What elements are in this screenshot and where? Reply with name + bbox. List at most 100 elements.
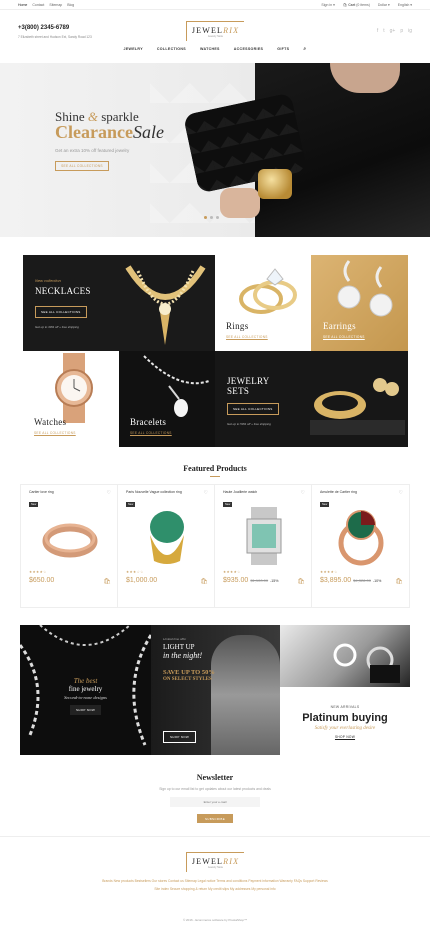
product-name[interactable]: Amulette de Cartier ring	[320, 490, 388, 494]
shopping-bag-icon[interactable]: 🛍	[297, 578, 305, 585]
necklaces-title: NECKLACES	[35, 286, 91, 296]
b3-kicker: NEW ARRIVALS	[330, 705, 360, 709]
b2-sale2: ON SELECT STYLES	[163, 677, 212, 682]
heart-icon[interactable]: ♡	[204, 490, 208, 496]
nav-collections[interactable]: COLLECTIONS	[157, 47, 186, 52]
necklaces-button[interactable]: SEE ALL COLLECTIONS	[35, 306, 87, 318]
hero-dot-3[interactable]	[216, 216, 219, 219]
product-old-price: $1,100.00	[250, 578, 269, 583]
footer-logo-suffix: RIX	[223, 856, 240, 866]
new-badge: New	[223, 502, 233, 507]
category-earrings[interactable]: Earrings SEE ALL COLLECTIONS	[311, 255, 408, 351]
b1-line3: Second-to-none designs	[64, 695, 107, 700]
instagram-icon[interactable]: ig	[408, 28, 412, 34]
b2-shop-button[interactable]: SHOP NOW	[163, 731, 197, 743]
b1-line1: The best	[73, 677, 98, 685]
featured-title: Featured Products	[183, 464, 247, 473]
cart-count: (0 items)	[356, 3, 370, 7]
product-name[interactable]: Cartier love ring	[29, 490, 97, 494]
top-bar: Home Contact Sitemap Blog Sign in ▾ 🛍 Ca…	[0, 0, 430, 10]
category-watches[interactable]: Watches SEE ALL COLLECTIONS	[23, 351, 119, 447]
new-badge: New	[29, 502, 39, 507]
hero-cta-button[interactable]: SEE ALL COLLECTIONS	[55, 161, 109, 171]
sets-button[interactable]: SEE ALL COLLECTIONS	[227, 403, 279, 415]
hero-hand-image	[220, 188, 260, 218]
hero-bracelet-image	[258, 169, 292, 199]
earrings-link[interactable]: SEE ALL COLLECTIONS	[323, 335, 365, 339]
currency-select[interactable]: Dollar ▾	[378, 3, 390, 7]
footer-links-row-1[interactable]: Brands New products Bestsellers Our stor…	[60, 879, 370, 884]
top-link-blog[interactable]: Blog	[67, 3, 74, 7]
product-price: $3,895.00	[320, 577, 352, 584]
footer-links-row-2[interactable]: Site index Secure shopping & return My c…	[60, 887, 370, 892]
product-image[interactable]	[233, 505, 295, 567]
hero-line2: ClearanceSale	[55, 122, 164, 142]
cart-link[interactable]: 🛍 Cart (0 items)	[343, 3, 370, 7]
bracelets-link[interactable]: SEE ALL COLLECTIONS	[130, 431, 172, 435]
subscribe-button[interactable]: SUBSCRIBE	[197, 814, 233, 823]
product-image[interactable]	[39, 505, 101, 567]
twitter-icon[interactable]: t	[383, 28, 384, 34]
heart-icon[interactable]: ♡	[301, 490, 305, 496]
product-rating: ★★★☆☆	[126, 570, 144, 574]
top-link-contact[interactable]: Contact	[32, 3, 44, 7]
search-icon[interactable]: ⌕	[303, 46, 306, 52]
newsletter-email-input[interactable]	[170, 797, 260, 807]
product-image[interactable]	[330, 505, 392, 567]
header-phone: +3(800) 2345-6789	[18, 25, 70, 31]
banner-light-up[interactable]: Limited time offer LIGHT UP in the night…	[151, 625, 280, 755]
product-name[interactable]: Haute Joaillerie watch	[223, 490, 291, 494]
product-card[interactable]: Amulette de Cartier ring ♡ New ★★★★☆ $3,…	[312, 485, 409, 607]
jewelry-set-image	[310, 378, 405, 435]
nav-accessories[interactable]: ACCESSORIES	[234, 47, 263, 52]
banner-fine-jewelry[interactable]: The best fine jewelry Second-to-none des…	[20, 625, 151, 755]
nav-watches[interactable]: WATCHES	[200, 47, 220, 52]
pinterest-icon[interactable]: p	[400, 28, 403, 34]
b2-line1: LIGHT UP	[163, 643, 195, 651]
hero-dot-1[interactable]	[204, 216, 207, 219]
heart-icon[interactable]: ♡	[399, 490, 403, 496]
category-rings[interactable]: Rings SEE ALL COLLECTIONS	[215, 255, 311, 351]
category-necklaces[interactable]: New collection NECKLACES SEE ALL COLLECT…	[23, 255, 215, 351]
bracelet-image	[143, 355, 210, 417]
sign-in-link[interactable]: Sign in ▾	[321, 3, 334, 7]
b1-shop-button[interactable]: SHOP NOW	[70, 705, 102, 715]
nav-gifts[interactable]: GIFTS	[277, 47, 289, 52]
top-links: Home Contact Sitemap Blog	[18, 3, 74, 7]
product-image[interactable]	[136, 505, 198, 567]
product-card[interactable]: Cartier love ring ♡ New ★★★★☆ $650.00 🛍	[21, 485, 118, 607]
watches-title: Watches	[34, 417, 67, 427]
main-nav: JEWELRY COLLECTIONS WATCHES ACCESSORIES …	[0, 46, 430, 52]
hero-dot-2[interactable]	[210, 216, 213, 219]
language-select[interactable]: English ▾	[398, 3, 412, 7]
product-rating: ★★★★☆	[223, 570, 241, 574]
sets-title-1: JEWELRY	[227, 376, 270, 386]
facebook-icon[interactable]: f	[377, 28, 378, 34]
rings-image	[239, 268, 297, 314]
product-card[interactable]: Haute Joaillerie watch ♡ New ★★★★☆ $935.…	[215, 485, 312, 607]
b2-model-image	[211, 635, 280, 755]
rings-link[interactable]: SEE ALL COLLECTIONS	[226, 335, 268, 339]
category-bracelets[interactable]: Bracelets SEE ALL COLLECTIONS	[119, 351, 215, 447]
top-link-sitemap[interactable]: Sitemap	[49, 3, 62, 7]
product-price-row: $935.00 $1,100.00 -15%	[223, 577, 279, 584]
category-jewelry-sets[interactable]: JEWELRY SETS SEE ALL COLLECTIONS Get up …	[215, 351, 408, 447]
newsletter-subtitle: Sign up to our email list to get updates…	[159, 787, 271, 791]
google-plus-icon[interactable]: g+	[390, 28, 396, 34]
product-name[interactable]: Paris Nouvelle Vague collection ring	[126, 490, 194, 494]
logo-prefix: JEWEL	[191, 25, 224, 35]
product-price: $935.00	[223, 577, 249, 584]
heart-icon[interactable]: ♡	[107, 490, 111, 496]
shopping-bag-icon[interactable]: 🛍	[200, 578, 208, 585]
shopping-bag-icon[interactable]: 🛍	[395, 578, 403, 585]
banner-platinum[interactable]: NEW ARRIVALS Platinum buying Satisfy you…	[280, 625, 410, 755]
footer-logo[interactable]: JEWELRIX Jewelry Store	[186, 852, 244, 872]
site-logo[interactable]: JEWELRIX Jewelry Store	[186, 21, 244, 41]
product-card[interactable]: Paris Nouvelle Vague collection ring ♡ N…	[118, 485, 215, 607]
bracelets-title: Bracelets	[130, 417, 167, 427]
watches-link[interactable]: SEE ALL COLLECTIONS	[34, 431, 76, 435]
b3-shop-link[interactable]: SHOP NOW	[280, 735, 410, 739]
nav-jewelry[interactable]: JEWELRY	[124, 47, 143, 52]
top-link-home[interactable]: Home	[18, 3, 27, 7]
shopping-bag-icon[interactable]: 🛍	[103, 578, 111, 585]
